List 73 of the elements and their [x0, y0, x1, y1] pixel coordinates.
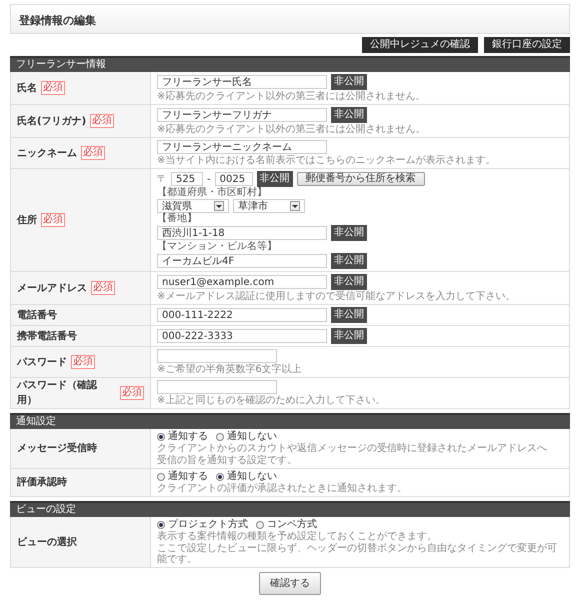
- help-text: ※応募先のクライアント以外の第三者には公開されません。: [157, 91, 426, 102]
- required-badge: 必須: [41, 81, 65, 95]
- radio-option[interactable]: 通知する: [157, 471, 208, 482]
- help-text: 表示する案件情報の種類を予め設定しておくことができます。: [157, 531, 438, 542]
- help-text: クライアントの評価が承認されたときに通知されます。: [157, 483, 408, 494]
- password-input[interactable]: [157, 349, 277, 363]
- text-input[interactable]: nuser1@example.com: [157, 275, 327, 289]
- private-badge: 非公開: [331, 74, 367, 90]
- help-text: 受信の旨を通知する設定です。: [157, 455, 298, 466]
- page-title: 登録情報の編集: [19, 14, 96, 27]
- header-button[interactable]: 公開中レジュメの確認: [362, 37, 478, 53]
- help-text: ※当サイト内における名前表示ではこちらのニックネームが表示されます。: [157, 155, 496, 166]
- field-label: 住所: [17, 214, 37, 228]
- text-input[interactable]: 000-111-2222: [157, 308, 327, 322]
- help-text: ここで設定したビューに限らず、ヘッダーの切替ボタンから自由なタイミングで変更が可能です。: [157, 543, 558, 565]
- caret-icon: [214, 201, 224, 211]
- section-header: フリーランサー情報: [10, 56, 570, 72]
- header-button[interactable]: 銀行口座の設定: [484, 37, 570, 53]
- postal-code-input[interactable]: 0025: [214, 172, 253, 186]
- field-caption: 【番地】: [157, 214, 198, 224]
- private-badge: 非公開: [331, 107, 367, 123]
- required-badge: 必須: [120, 386, 144, 400]
- radio-option[interactable]: 通知しない: [216, 471, 277, 482]
- postal-mark: 〒: [157, 172, 167, 186]
- text-input[interactable]: 000-222-3333: [157, 329, 327, 343]
- radio-option[interactable]: 通知する: [157, 431, 208, 442]
- required-badge: 必須: [71, 355, 95, 369]
- section-header: 通知設定: [10, 413, 570, 429]
- required-badge: 必須: [90, 114, 114, 128]
- radio-option[interactable]: プロジェクト方式: [157, 519, 248, 530]
- text-input[interactable]: フリーランサーフリガナ: [157, 108, 327, 122]
- private-badge: 非公開: [331, 328, 367, 344]
- private-badge: 非公開: [256, 171, 293, 187]
- help-text: クライアントからのスカウトや返信メッセージの受信時に登録されたメールアドレスへ: [157, 443, 548, 454]
- help-text: ※応募先のクライアント以外の第三者には公開されません。: [157, 124, 426, 135]
- dropdown[interactable]: 滋賀県: [157, 199, 229, 213]
- radio-option[interactable]: 通知しない: [216, 431, 277, 442]
- field-label: 電話番号: [17, 308, 57, 322]
- confirm-button[interactable]: 確認する: [259, 572, 321, 595]
- private-badge: 非公開: [331, 307, 367, 323]
- field-caption: 【都道府県・市区町村】: [157, 188, 268, 198]
- field-caption: 【マンション・ビル名等】: [157, 242, 278, 252]
- help-text: ※メールアドレス認証に使用しますので受信可能なアドレスを入力して下さい。: [157, 291, 516, 302]
- address-search-button[interactable]: 郵便番号から住所を検索: [296, 172, 425, 186]
- help-text: ※上記と同じものを確認のために入力して下さい。: [157, 395, 386, 406]
- field-label: 氏名(フリガナ): [17, 114, 86, 128]
- private-badge: 非公開: [331, 253, 367, 269]
- text-input[interactable]: 西渋川1-1-18: [157, 226, 327, 240]
- text-input[interactable]: イーカムビル4F: [157, 254, 327, 268]
- section-header: ビューの設定: [10, 501, 570, 517]
- radio-option[interactable]: コンペ方式: [256, 519, 317, 530]
- field-label: 評価承認時: [17, 476, 67, 490]
- dropdown[interactable]: 草津市: [233, 199, 305, 213]
- private-badge: 非公開: [331, 274, 367, 290]
- help-text: ※ご希望の半角英数字6文字以上: [157, 364, 303, 375]
- field-label: パスワード: [17, 356, 67, 370]
- text-input[interactable]: フリーランサーニックネーム: [157, 140, 327, 154]
- password-input[interactable]: [157, 380, 277, 394]
- required-badge: 必須: [91, 281, 115, 295]
- text-input[interactable]: フリーランサー氏名: [157, 75, 327, 89]
- field-label: メールアドレス: [17, 282, 87, 296]
- field-label: メッセージ受信時: [17, 442, 97, 456]
- field-label: パスワード（確認用）: [17, 378, 98, 408]
- private-badge: 非公開: [331, 225, 367, 241]
- required-badge: 必須: [41, 213, 65, 227]
- field-label: 携帯電話番号: [17, 330, 77, 344]
- required-badge: 必須: [81, 146, 105, 160]
- field-label: ビューの選択: [17, 536, 77, 550]
- postal-dash: -: [207, 172, 211, 186]
- postal-code-input[interactable]: 525: [171, 172, 203, 186]
- field-label: 氏名: [17, 82, 37, 96]
- caret-icon: [290, 201, 300, 211]
- field-label: ニックネーム: [17, 146, 77, 160]
